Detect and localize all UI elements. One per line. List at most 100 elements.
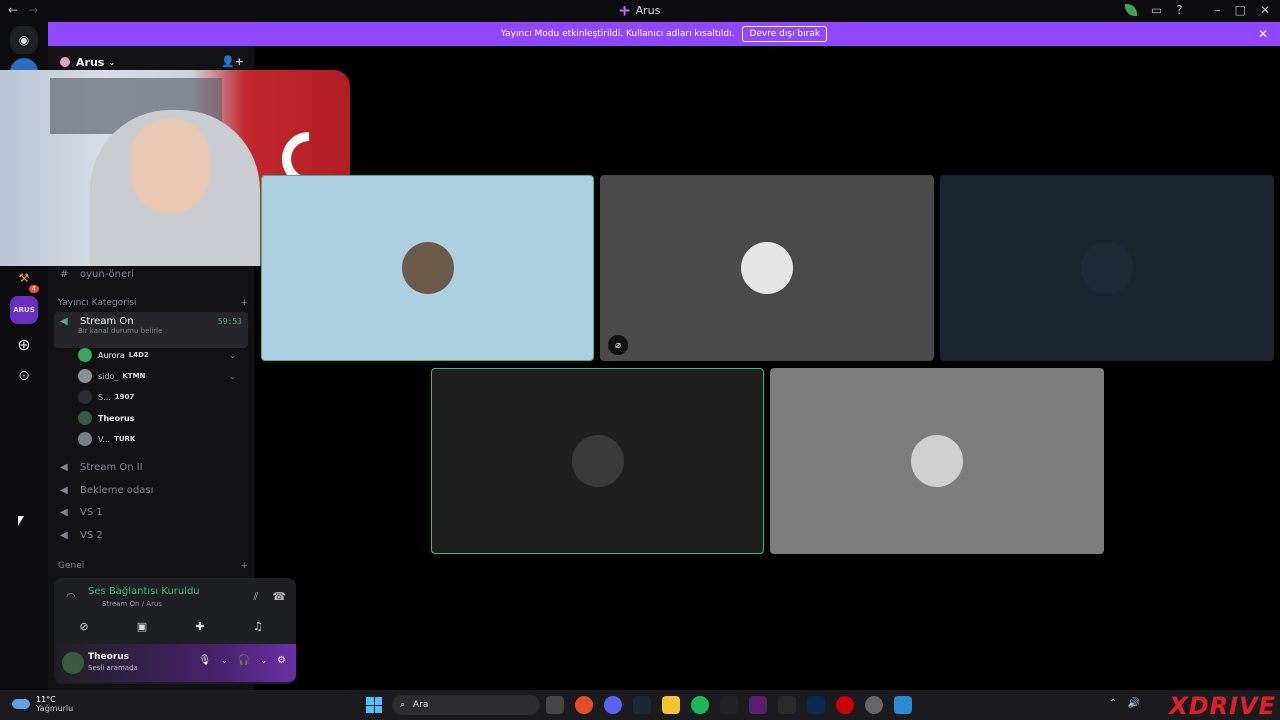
- task-view-icon[interactable]: [546, 696, 564, 714]
- help-icon[interactable]: ?: [1176, 3, 1182, 17]
- file-explorer-icon[interactable]: [662, 696, 680, 714]
- channel-label: VS 1: [80, 506, 103, 518]
- server-icon-arus[interactable]: ARUS: [10, 296, 38, 324]
- weather-widget[interactable]: 11°C Yağmurlu: [12, 695, 73, 713]
- banner-close-icon[interactable]: ✕: [1258, 27, 1268, 41]
- voice-panel-actions: ⫽ ☎: [253, 590, 286, 604]
- disconnect-icon[interactable]: ☎: [272, 590, 286, 604]
- category-yayinci[interactable]: Yayıncı Kategorisi +: [58, 298, 248, 308]
- close-window-icon[interactable]: ✕: [1260, 3, 1270, 17]
- chevron-down-icon: ⌄: [108, 57, 116, 67]
- watermark-text: XDRIVE: [1169, 692, 1276, 720]
- video-tile-sido[interactable]: ⌀: [600, 175, 934, 361]
- taskbar-search[interactable]: ⌕ Ara: [392, 695, 540, 715]
- voice-member[interactable]: sido_ KTMN ⌄: [78, 367, 242, 385]
- member-tag: TURK: [114, 435, 136, 443]
- participant-avatar: [741, 242, 793, 294]
- nitro-leaf-icon[interactable]: [1124, 4, 1137, 16]
- voice-channel[interactable]: ◀ VS 1: [54, 502, 248, 522]
- avatar: [78, 369, 92, 383]
- voice-status[interactable]: Ses Bağlantısı Kuruldu: [88, 586, 200, 597]
- discover-icon[interactable]: ⊙: [10, 362, 38, 390]
- invite-people-icon[interactable]: 👤+: [221, 55, 244, 68]
- voice-member[interactable]: Theorus: [78, 409, 242, 427]
- avatar: [78, 432, 92, 446]
- soundboard-icon[interactable]: ♫: [236, 616, 280, 636]
- window-title: Arus: [619, 4, 660, 17]
- recording-icon[interactable]: [836, 696, 854, 714]
- app-icon[interactable]: [894, 696, 912, 714]
- channel-oyun-oneri[interactable]: # oyun-öneri: [54, 264, 248, 284]
- capcut-icon[interactable]: [720, 696, 738, 714]
- app-icon[interactable]: [749, 696, 767, 714]
- windows-taskbar: 11°C Yağmurlu ⌕ Ara ⌃ 🔊 XDRIVE: [0, 690, 1280, 720]
- voice-channel[interactable]: ◀ VS 2: [54, 525, 248, 545]
- channel-label: Bekleme odası: [80, 484, 154, 496]
- discord-home-icon[interactable]: ◉: [10, 26, 38, 54]
- chevron-down-icon[interactable]: ⌄: [260, 656, 267, 665]
- member-name: S...: [98, 392, 111, 402]
- voice-member[interactable]: Aurora L4D2 ⌄: [78, 346, 242, 364]
- server-icon-tools[interactable]: ⚒ 4: [10, 264, 41, 295]
- title-bar: ← → Arus ▭ ? – □ ✕: [0, 0, 1280, 22]
- video-tile-aurora[interactable]: [261, 175, 594, 361]
- chevron-up-icon[interactable]: ⌃: [1109, 698, 1117, 709]
- back-arrow-icon[interactable]: ←: [8, 3, 18, 17]
- voice-member[interactable]: S... 1907: [78, 388, 242, 406]
- add-server-icon[interactable]: ⊕: [10, 330, 38, 358]
- speaker-icon: ◀: [60, 506, 68, 518]
- channel-label: Stream On II: [80, 461, 143, 473]
- user-avatar[interactable]: [62, 652, 84, 674]
- voice-member[interactable]: V... TURK: [78, 430, 242, 448]
- user-name[interactable]: Theorus: [88, 652, 129, 662]
- forward-arrow-icon[interactable]: →: [28, 3, 38, 17]
- participant-avatar: [571, 435, 624, 487]
- disable-streamer-mode-button[interactable]: Devre dışı bırak: [742, 26, 828, 42]
- category-genel[interactable]: Genel +: [58, 561, 248, 571]
- add-channel-icon[interactable]: +: [240, 298, 248, 308]
- speaker-icon: ◀: [60, 316, 68, 327]
- photoshop-icon[interactable]: [807, 696, 825, 714]
- video-tile-theorus[interactable]: [431, 368, 764, 554]
- epic-games-icon[interactable]: [778, 696, 796, 714]
- speaker-icon: ◀: [60, 461, 68, 473]
- chevron-down-icon[interactable]: ⌄: [221, 656, 228, 665]
- discord-icon[interactable]: [604, 696, 622, 714]
- participant-avatar: [401, 242, 454, 294]
- hash-icon: #: [60, 268, 69, 280]
- video-tile-s[interactable]: [940, 175, 1274, 361]
- channel-status[interactable]: Bir kanal durumu belirle: [78, 327, 162, 335]
- voice-location: Stream On / Arus: [102, 600, 163, 608]
- activities-icon[interactable]: ✚: [178, 616, 222, 636]
- chrome-icon[interactable]: [575, 696, 593, 714]
- windows-start-icon[interactable]: [366, 697, 382, 713]
- microphone-icon[interactable]: 🎙: [198, 655, 211, 666]
- category-label: Yayıncı Kategorisi: [58, 298, 137, 308]
- volume-icon[interactable]: 🔊: [1128, 698, 1140, 709]
- add-channel-icon[interactable]: +: [240, 561, 248, 571]
- search-placeholder: Ara: [413, 700, 429, 710]
- app-icon[interactable]: [865, 696, 883, 714]
- minimize-icon[interactable]: –: [1215, 3, 1221, 17]
- screen-share-icon[interactable]: ▣: [120, 616, 164, 636]
- camera-off-icon[interactable]: ⊘: [62, 616, 106, 636]
- inbox-icon[interactable]: ▭: [1151, 3, 1162, 17]
- steam-icon[interactable]: [633, 696, 651, 714]
- headphones-icon[interactable]: 🎧: [238, 655, 250, 666]
- voice-channel[interactable]: ◀ Bekleme odası: [54, 480, 248, 500]
- noise-suppression-icon[interactable]: ⫽: [253, 590, 258, 604]
- voice-channel-stream-on[interactable]: ◀ Stream On 59:53 Bir kanal durumu belir…: [54, 312, 248, 348]
- member-name: V...: [98, 434, 111, 444]
- video-tile-v[interactable]: [770, 368, 1104, 554]
- muted-icon: ⌄: [229, 371, 236, 381]
- voice-channel[interactable]: ◀ Stream On II: [54, 457, 248, 477]
- window-controls: ▭ ? – □ ✕: [1124, 3, 1270, 17]
- connection-signal-icon[interactable]: ◠: [66, 590, 76, 603]
- settings-gear-icon[interactable]: ⚙: [277, 655, 286, 666]
- spotify-icon[interactable]: [691, 696, 709, 714]
- voice-connection-panel: ◠ Ses Bağlantısı Kuruldu Stream On / Aru…: [54, 578, 296, 684]
- maximize-icon[interactable]: □: [1235, 3, 1246, 17]
- member-name: sido_: [98, 371, 119, 381]
- channel-label: Stream On: [80, 316, 134, 327]
- channel-label: VS 2: [80, 529, 103, 541]
